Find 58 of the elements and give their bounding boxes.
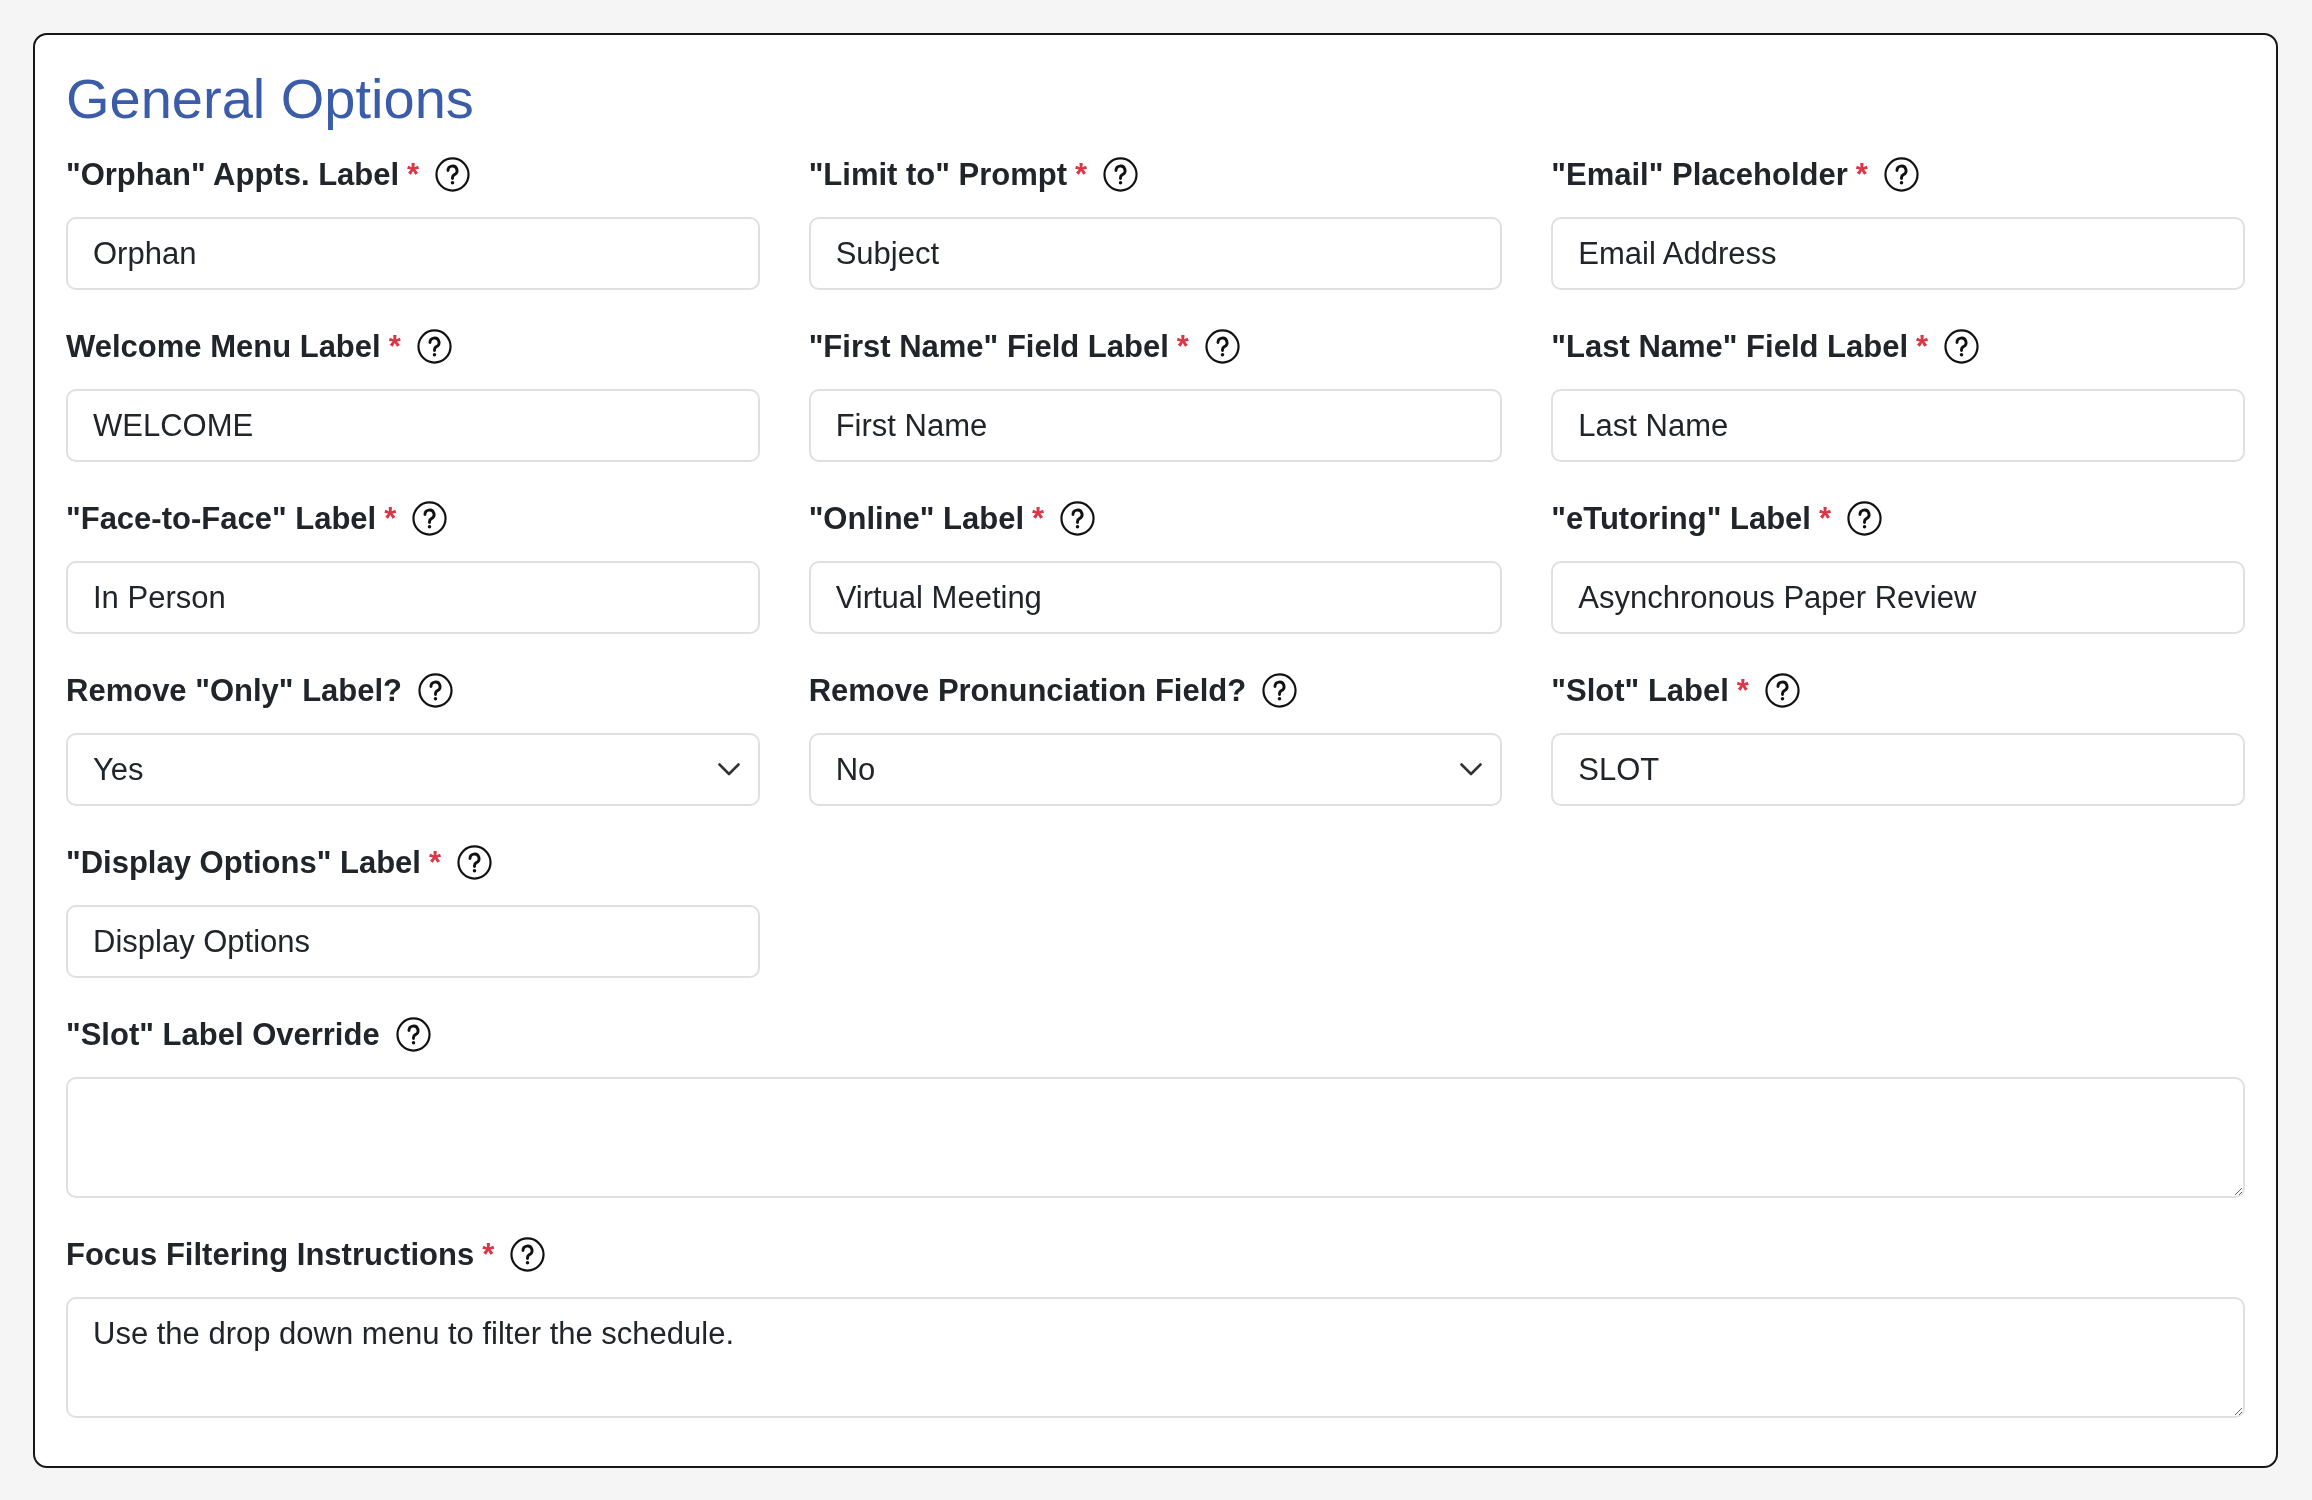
required-asterisk: * — [1736, 674, 1749, 706]
required-asterisk: * — [1032, 502, 1045, 534]
required-asterisk: * — [407, 158, 420, 190]
required-asterisk: * — [1855, 158, 1868, 190]
field-label: "Slot" Label Override — [66, 1018, 380, 1050]
help-icon[interactable] — [1883, 156, 1919, 192]
help-icon[interactable] — [1847, 500, 1882, 536]
field-label: "Last Name" Field Label — [1551, 330, 1909, 362]
field-label: "eTutoring" Label — [1551, 502, 1811, 534]
help-icon[interactable] — [510, 1236, 546, 1272]
help-icon[interactable] — [416, 328, 452, 364]
help-icon[interactable] — [1060, 500, 1096, 536]
chevron-down-icon — [717, 763, 740, 776]
help-icon[interactable] — [457, 844, 493, 880]
field-label: Remove "Only" Label? — [66, 674, 403, 706]
help-icon[interactable] — [1103, 156, 1139, 192]
field-label: "Display Options" Label — [66, 846, 421, 878]
field-label: "Slot" Label — [1551, 674, 1729, 706]
dropdown[interactable]: Yes — [66, 733, 760, 806]
field-label: "Face-to-Face" Label — [66, 502, 377, 534]
required-asterisk: * — [1176, 330, 1189, 362]
field-label: "First Name" Field Label — [808, 330, 1169, 362]
help-icon[interactable] — [418, 672, 454, 708]
required-asterisk: * — [1818, 502, 1831, 534]
text-field[interactable]: WELCOME — [66, 389, 760, 462]
required-asterisk: * — [1075, 158, 1088, 190]
help-icon[interactable] — [1204, 328, 1240, 364]
help-icon[interactable] — [1944, 328, 1980, 364]
chevron-down-icon — [1460, 763, 1483, 776]
text-field[interactable]: Orphan — [66, 217, 760, 290]
text-field[interactable]: In Person — [66, 561, 760, 634]
field-label: Welcome Menu Label — [66, 330, 381, 362]
required-asterisk: * — [1916, 330, 1929, 362]
dropdown[interactable]: No — [808, 733, 1503, 806]
field-label: "Orphan" Appts. Label — [66, 158, 400, 190]
text-field[interactable]: Display Options — [66, 905, 760, 978]
required-asterisk: * — [428, 846, 442, 878]
text-field[interactable]: Subject — [808, 217, 1503, 290]
text-area[interactable]: Use the drop down menu to filter the schedule. — [66, 1297, 2245, 1418]
text-field[interactable]: Virtual Meeting — [808, 561, 1503, 634]
help-icon[interactable] — [1262, 672, 1298, 708]
field-label: "Online" Label — [808, 502, 1025, 534]
help-icon[interactable] — [1764, 672, 1800, 708]
text-field[interactable]: Email Address — [1551, 217, 2245, 290]
required-asterisk: * — [482, 1238, 495, 1270]
help-icon[interactable] — [435, 156, 471, 192]
text-field[interactable]: Last Name — [1551, 389, 2245, 462]
text-field[interactable]: First Name — [808, 389, 1503, 462]
help-icon[interactable] — [412, 500, 448, 536]
field-label: Focus Filtering Instructions — [66, 1238, 475, 1270]
field-label: "Email" Placeholder — [1551, 158, 1848, 190]
field-label: Remove Pronunciation Field? — [808, 674, 1247, 706]
help-icon[interactable] — [395, 1016, 431, 1052]
text-field[interactable]: Asynchronous Paper Review — [1551, 561, 2245, 634]
required-asterisk: * — [388, 330, 401, 362]
field-label: "Limit to" Prompt — [808, 158, 1068, 190]
text-field[interactable]: SLOT — [1551, 733, 2245, 806]
required-asterisk: * — [384, 502, 397, 534]
